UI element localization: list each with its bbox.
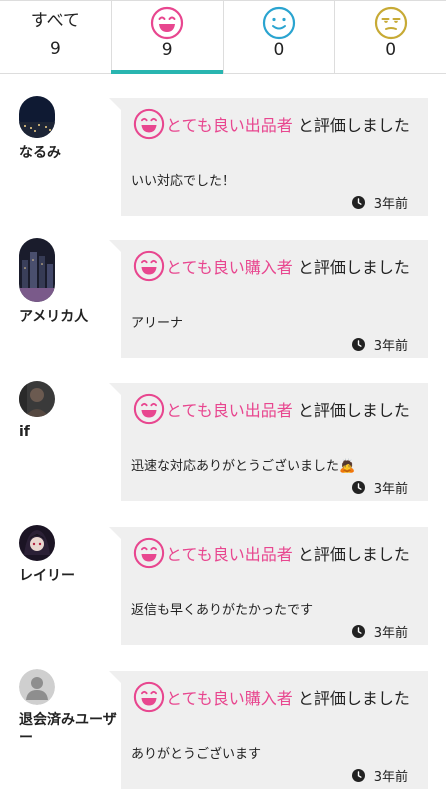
review-item: アメリカ人 とても良い購入者 と評価しました アリーナ 3年前 (0, 238, 446, 360)
review-user[interactable]: 退会済みユーザー (19, 669, 119, 747)
review-comment: ありがとうございます (131, 747, 262, 762)
rating-action: と評価しました (292, 545, 410, 564)
review-time: 3年前 (351, 478, 408, 497)
smile-face-icon (133, 108, 165, 140)
review-heading: とても良い購入者 と評価しました (133, 250, 413, 283)
unamused-face-icon (374, 6, 407, 40)
avatar[interactable] (19, 96, 55, 138)
smile-face-icon (133, 537, 165, 569)
smile-face-icon (133, 393, 165, 425)
avatar[interactable] (19, 525, 55, 561)
tab-all[interactable]: すべて 9 (0, 1, 111, 73)
review-comment: 迅速な対応ありがとうございました🙇 (131, 459, 356, 474)
review-time: 3年前 (351, 766, 408, 785)
tab-bad[interactable]: 0 (334, 1, 446, 73)
review-heading: とても良い出品者 と評価しました (133, 393, 413, 426)
clock-icon (351, 338, 365, 351)
review-comment: 返信も早くありがたかったです (131, 603, 314, 618)
username[interactable]: アメリカ人 (19, 308, 119, 326)
tab-all-label: すべて (30, 11, 80, 31)
username[interactable]: なるみ (19, 144, 119, 162)
review-bubble: とても良い購入者 と評価しました ありがとうございます 3年前 (109, 671, 428, 789)
time-label: 3年前 (373, 482, 408, 497)
tab-normal[interactable]: 0 (222, 1, 335, 73)
rating-action: と評価しました (292, 689, 410, 708)
tab-good[interactable]: 9 (110, 1, 223, 74)
review-heading: とても良い出品者 と評価しました (133, 537, 413, 570)
review-bubble: とても良い出品者 と評価しました 迅速な対応ありがとうございました🙇 3年前 (109, 383, 428, 501)
review-bubble: とても良い出品者 と評価しました いい対応でした！ 3年前 (109, 98, 428, 216)
time-label: 3年前 (373, 197, 408, 212)
rating-action: と評価しました (292, 258, 410, 277)
review-time: 3年前 (351, 335, 408, 354)
rating-action: と評価しました (292, 116, 410, 135)
review-time: 3年前 (351, 622, 408, 641)
review-item: なるみ とても良い出品者 と評価しました いい対応でした！ 3年前 (0, 96, 446, 218)
clock-icon (351, 769, 365, 782)
smile-face-icon (133, 681, 165, 713)
rating-filter-tabs: すべて 9 9 0 0 (0, 0, 446, 74)
rating-label: とても良い出品者 (166, 401, 293, 420)
tab-good-count: 9 (161, 40, 173, 60)
smile-face-icon (151, 6, 184, 40)
tab-all-count: 9 (49, 39, 61, 59)
username[interactable]: レイリー (19, 567, 119, 585)
username[interactable]: if (19, 423, 119, 441)
clock-icon (351, 625, 365, 638)
rating-action: と評価しました (292, 401, 410, 420)
neutral-face-icon (262, 6, 295, 40)
review-user[interactable]: なるみ (19, 96, 119, 162)
review-comment: いい対応でした！ (131, 174, 236, 189)
avatar[interactable] (19, 381, 55, 417)
time-label: 3年前 (373, 339, 408, 354)
review-time: 3年前 (351, 193, 408, 212)
clock-icon (351, 196, 365, 209)
username[interactable]: 退会済みユーザー (19, 711, 119, 747)
rating-label: とても良い出品者 (166, 545, 293, 564)
time-label: 3年前 (373, 626, 408, 641)
review-user[interactable]: if (19, 381, 119, 441)
review-item: 退会済みユーザー とても良い購入者 と評価しました ありがとうございます 3年前 (0, 669, 446, 791)
rating-label: とても良い購入者 (166, 689, 293, 708)
tab-bad-count: 0 (385, 40, 397, 60)
review-item: レイリー とても良い出品者 と評価しました 返信も早くありがたかったです 3年前 (0, 525, 446, 647)
avatar[interactable] (19, 238, 55, 302)
review-user[interactable]: レイリー (19, 525, 119, 585)
smile-face-icon (133, 250, 165, 282)
review-heading: とても良い出品者 と評価しました (133, 108, 413, 141)
rating-label: とても良い出品者 (166, 116, 293, 135)
review-heading: とても良い購入者 と評価しました (133, 681, 413, 714)
time-label: 3年前 (373, 770, 408, 785)
clock-icon (351, 481, 365, 494)
review-user[interactable]: アメリカ人 (19, 238, 119, 326)
tab-normal-count: 0 (273, 40, 285, 60)
default-user-icon[interactable] (19, 669, 55, 705)
review-comment: アリーナ (131, 316, 184, 331)
review-bubble: とても良い購入者 と評価しました アリーナ 3年前 (109, 240, 428, 358)
rating-label: とても良い購入者 (166, 258, 293, 277)
review-bubble: とても良い出品者 と評価しました 返信も早くありがたかったです 3年前 (109, 527, 428, 645)
review-item: if とても良い出品者 と評価しました 迅速な対応ありがとうございました🙇 3年… (0, 381, 446, 503)
